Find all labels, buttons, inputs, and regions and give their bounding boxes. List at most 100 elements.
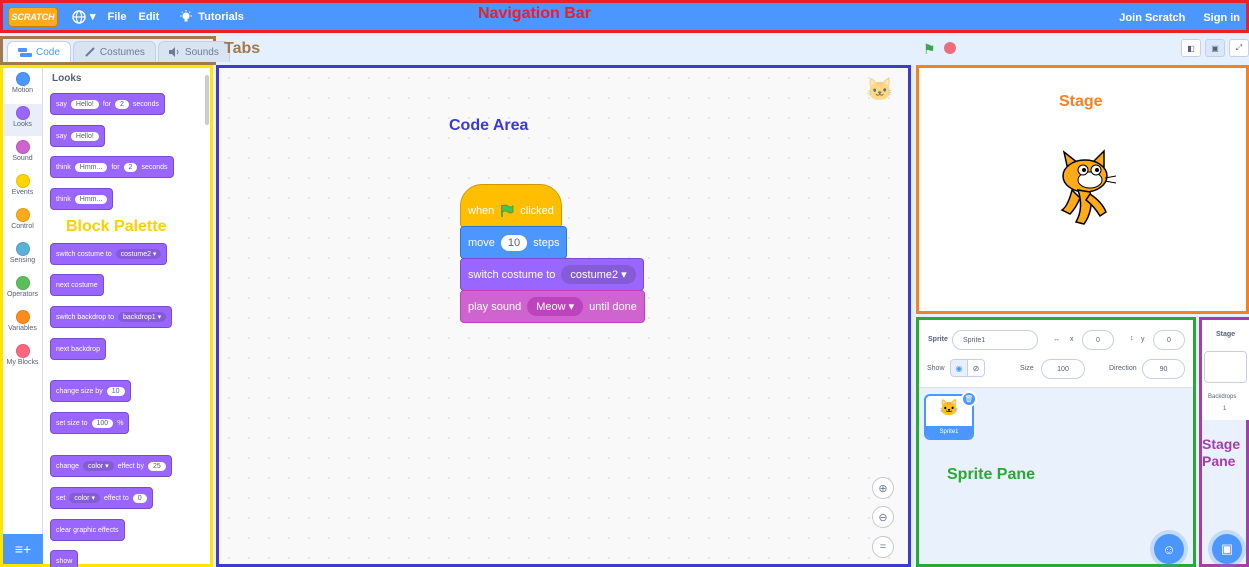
small-stage-button[interactable]: ◧ — [1181, 39, 1201, 57]
block-text: say — [56, 100, 67, 108]
category-operators[interactable]: Operators — [3, 274, 42, 306]
block-think[interactable]: think Hmm... — [50, 188, 114, 210]
block-show[interactable]: show — [50, 550, 79, 567]
block-input[interactable]: 25 — [147, 461, 166, 471]
block-input[interactable]: 2 — [114, 99, 129, 109]
size-field[interactable]: 100 — [1041, 359, 1085, 379]
green-flag-icon — [501, 204, 514, 217]
block-switch-costume-code[interactable]: switch costume to costume2 ▾ — [460, 258, 644, 291]
zoom-reset-icon: = — [879, 541, 887, 553]
sprite-thumbnail-name: Sprite1 — [926, 426, 972, 438]
block-change-effect[interactable]: change color ▾ effect by 25 — [50, 455, 172, 477]
block-think-for-seconds[interactable]: think Hmm... for 2 seconds — [50, 156, 174, 178]
join-scratch-link[interactable]: Join Scratch — [1119, 12, 1185, 24]
category-looks[interactable]: Looks — [3, 104, 42, 136]
direction-field[interactable]: 90 — [1142, 359, 1185, 379]
y-label: y — [1141, 336, 1145, 343]
green-flag-icon: ⚑ — [923, 41, 936, 57]
category-my-blocks[interactable]: My Blocks — [3, 342, 42, 374]
block-input[interactable]: Hello! — [70, 99, 99, 109]
category-sensing[interactable]: Sensing — [3, 240, 42, 272]
zoom-reset-button[interactable]: = — [872, 536, 894, 558]
normal-stage-button[interactable]: ▣ — [1205, 39, 1225, 57]
navigation-bar-annotation: Navigation Bar — [478, 5, 591, 22]
block-clear-effects[interactable]: clear graphic effects — [50, 519, 125, 541]
category-label: Sound — [12, 155, 33, 162]
block-set-effect[interactable]: set color ▾ effect to 0 — [50, 487, 153, 509]
fullscreen-button[interactable]: ⤢ — [1229, 39, 1249, 57]
block-input[interactable]: Hello! — [70, 131, 99, 141]
sign-in-link[interactable]: Sign in — [1203, 12, 1240, 24]
show-sprite-button[interactable]: ◉ — [950, 359, 968, 377]
block-text: change — [56, 462, 79, 470]
operators-dot-icon — [15, 276, 30, 290]
block-dropdown[interactable]: costume2 ▾ — [561, 265, 636, 284]
block-switch-costume[interactable]: switch costume to costume2 ▾ — [50, 243, 168, 265]
palette-heading: Looks — [52, 73, 82, 84]
category-motion[interactable]: Motion — [3, 70, 42, 102]
tab-sounds[interactable]: Sounds — [157, 41, 230, 62]
block-text: effect by — [117, 462, 144, 470]
block-when-flag-clicked[interactable]: when clicked — [460, 184, 562, 228]
block-text: show — [56, 557, 73, 565]
block-dropdown[interactable]: costume2 ▾ — [115, 249, 162, 259]
add-backdrop-button[interactable]: ▣ — [1212, 534, 1242, 564]
stage-pane-title: Stage — [1216, 331, 1236, 338]
block-dropdown[interactable]: color ▾ — [82, 461, 114, 471]
category-events[interactable]: Events — [3, 172, 42, 204]
block-say[interactable]: say Hello! — [50, 125, 105, 147]
speaker-icon — [168, 47, 179, 57]
zoom-in-button[interactable]: ⊕ — [872, 477, 894, 499]
scratch-logo[interactable]: SCRATCH — [8, 6, 58, 27]
x-field[interactable]: 0 — [1082, 330, 1114, 350]
category-sound[interactable]: Sound — [3, 138, 42, 170]
tab-costumes[interactable]: Costumes — [72, 41, 156, 62]
backdrops-label: Backdrops — [1208, 394, 1237, 400]
block-text: play sound — [468, 300, 522, 313]
y-field[interactable]: 0 — [1153, 330, 1185, 350]
block-text: for — [111, 163, 120, 171]
add-extension-button[interactable]: ≡+ — [3, 534, 43, 564]
block-next-costume[interactable]: next costume — [50, 274, 104, 296]
category-label: Looks — [13, 121, 32, 128]
block-input[interactable]: 0 — [132, 493, 147, 503]
block-switch-backdrop[interactable]: switch backdrop to backdrop1 ▾ — [50, 306, 173, 328]
tutorials-button[interactable]: Tutorials — [179, 9, 244, 24]
hide-sprite-button[interactable]: ⊘ — [967, 359, 985, 377]
category-control[interactable]: Control — [3, 206, 42, 238]
category-variables[interactable]: Variables — [3, 308, 42, 340]
block-move-steps[interactable]: move 10 steps — [460, 226, 568, 259]
add-sprite-button[interactable]: ☺ — [1154, 534, 1184, 564]
block-next-backdrop[interactable]: next backdrop — [50, 338, 106, 360]
block-say-for-seconds[interactable]: say Hello! for 2 seconds — [50, 93, 165, 115]
file-menu[interactable]: File — [108, 11, 127, 23]
block-input[interactable]: 100 — [91, 418, 114, 428]
category-label: My Blocks — [6, 359, 39, 366]
block-dropdown[interactable]: backdrop1 ▾ — [117, 312, 167, 322]
palette-scrollbar[interactable] — [205, 75, 209, 125]
block-set-size[interactable]: set size to 100% — [50, 412, 130, 434]
block-play-sound-until-done[interactable]: play sound Meow ▾ until done — [460, 290, 645, 323]
edit-menu[interactable]: Edit — [138, 11, 159, 23]
zoom-out-button[interactable]: ⊖ — [872, 506, 894, 528]
block-input[interactable]: 10 — [500, 234, 528, 251]
delete-sprite-button[interactable]: 🗑 — [961, 391, 977, 407]
block-input[interactable]: 2 — [123, 162, 138, 172]
block-input[interactable]: 10 — [106, 386, 125, 396]
block-input[interactable]: Hmm... — [74, 162, 108, 172]
language-menu[interactable]: ▾ — [72, 9, 96, 24]
category-label: Operators — [6, 291, 39, 298]
category-label: Variables — [8, 325, 37, 332]
block-text: next backdrop — [56, 345, 100, 353]
stop-button[interactable] — [944, 42, 956, 54]
tab-code[interactable]: Code — [7, 41, 71, 62]
sprite-name-field[interactable]: Sprite1 — [952, 330, 1038, 350]
green-flag-button[interactable]: ⚑ — [923, 41, 936, 58]
block-input[interactable]: Hmm... — [74, 194, 108, 204]
looks-dot-icon — [15, 106, 30, 120]
block-dropdown[interactable]: color ▾ — [69, 493, 100, 503]
block-change-size[interactable]: change size by 10 — [50, 380, 131, 402]
stage-thumbnail[interactable] — [1204, 351, 1247, 383]
cat-sprite[interactable] — [1050, 148, 1120, 228]
block-dropdown[interactable]: Meow ▾ — [527, 297, 584, 316]
